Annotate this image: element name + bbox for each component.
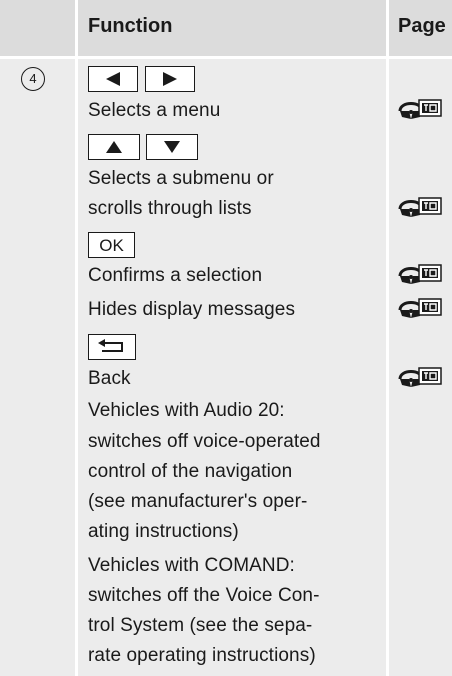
text-audio-4: (see manufacturer's oper- [88,491,308,512]
text-hides: Hides display messages [88,299,296,320]
text-confirms: Confirms a selection [88,265,263,286]
text-audio-3: control of the navigation [88,461,293,482]
steering-wheel-display-icon [398,196,443,218]
right-arrow-icon [163,72,177,86]
down-arrow-icon [164,141,180,153]
up-arrow-icon [106,141,122,153]
text-selects-submenu-2: scrolls through lists [88,198,252,219]
text-back: Back [88,368,131,389]
number-cell [0,59,75,676]
item-number-badge: 4 [21,67,45,91]
text-comand-3: trol System (see the sepa- [88,615,313,636]
text-comand-1: Vehicles with COMAND: [88,555,295,576]
text-comand-2: switches off the Voice Con- [88,585,320,606]
text-selects-submenu-1: Selects a submenu or [88,168,274,189]
back-arrow-icon [98,339,123,352]
left-arrow-key [88,66,138,92]
up-arrow-key [88,134,140,160]
header-cell-number [0,0,75,56]
ok-key: OK [88,232,135,258]
steering-wheel-display-icon [398,98,443,120]
back-key [88,334,136,360]
right-arrow-key [145,66,195,92]
text-audio-5: ating instructions) [88,521,239,542]
text-audio-2: switches off voice-operated [88,431,321,452]
steering-wheel-display-icon [398,263,443,285]
left-arrow-icon [106,72,120,86]
text-selects-menu: Selects a menu [88,100,221,121]
header-function: Function [88,15,173,37]
function-table: Function Page 4 Selects a menu Selects a… [0,0,452,676]
steering-wheel-display-icon [398,366,443,388]
down-arrow-key [146,134,198,160]
steering-wheel-display-icon [398,297,443,319]
text-audio-1: Vehicles with Audio 20: [88,400,285,421]
text-comand-4: rate operating instructions) [88,645,316,666]
header-page: Page [398,15,446,37]
